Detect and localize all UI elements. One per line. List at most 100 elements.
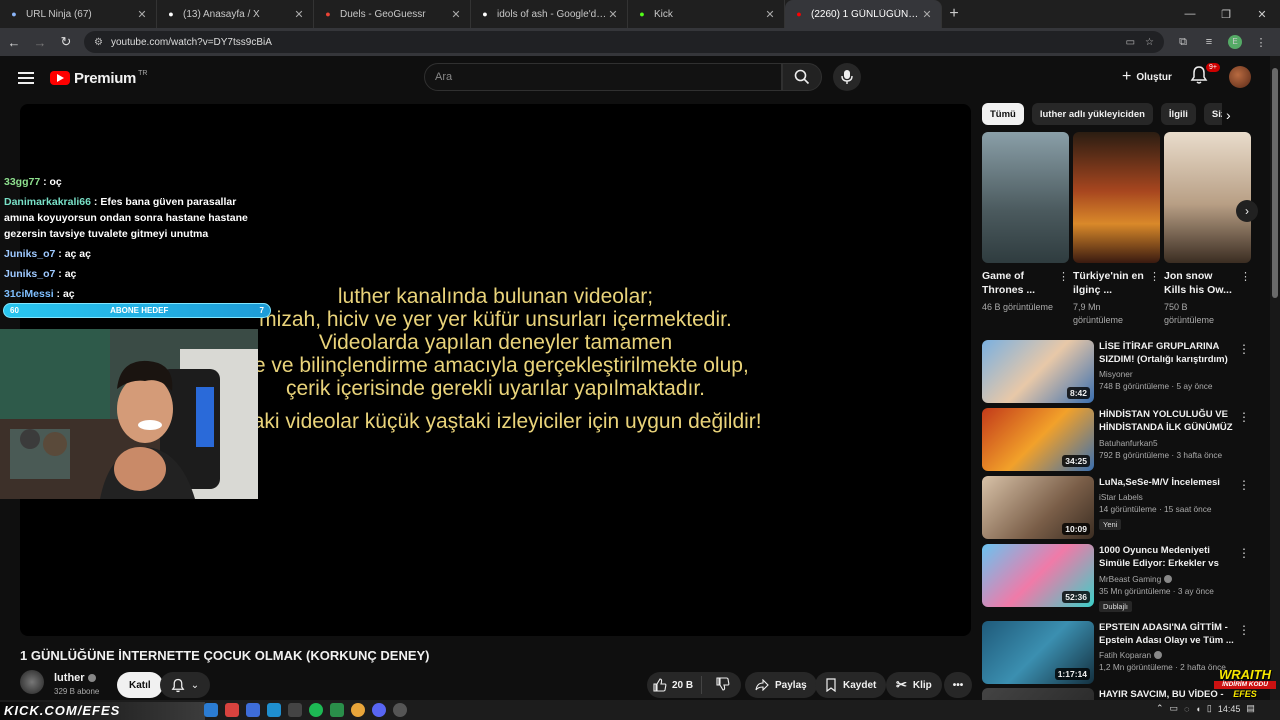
video-title[interactable]: 1000 Oyuncu Medeniyeti Simüle Ediyor: Er… (1099, 544, 1239, 571)
scrollbar-thumb[interactable] (1272, 68, 1278, 298)
tab-close-icon[interactable]: ✕ (136, 8, 148, 21)
notifications-button[interactable]: 9+ (1190, 63, 1220, 89)
notifications-icon[interactable]: ▤ (1246, 703, 1255, 714)
short-thumbnail[interactable] (1073, 132, 1160, 263)
short-thumbnail[interactable] (982, 132, 1069, 263)
short-title[interactable]: Türkiye'nin en ilginç ... (1073, 269, 1145, 299)
video-title[interactable]: LuNa,SeSe-M/V İncelemesi (1099, 476, 1239, 489)
new-tab-button[interactable]: + (942, 0, 966, 28)
browser-tab[interactable]: ● (13) Anasayfa / X ✕ (157, 0, 314, 28)
menu-kebab-icon[interactable]: ⋮ (1248, 36, 1274, 49)
browser-tab[interactable]: ● URL Ninja (67) ✕ (0, 0, 157, 28)
discord-icon[interactable] (372, 703, 386, 717)
more-vertical-icon[interactable]: ⋮ (1149, 270, 1160, 283)
channel-name[interactable]: Batuhanfurkan5 (1099, 438, 1239, 448)
media-icon[interactable]: ≡ (1196, 36, 1222, 48)
spotify-icon[interactable] (309, 703, 323, 717)
short-thumbnail[interactable] (1164, 132, 1251, 263)
search-button[interactable] (782, 63, 822, 91)
minimize-icon[interactable]: — (1172, 0, 1208, 28)
restore-icon[interactable]: ❐ (1208, 0, 1244, 28)
tab-close-icon[interactable]: ✕ (764, 8, 776, 21)
close-window-icon[interactable]: ✕ (1244, 0, 1280, 28)
tab-close-icon[interactable]: ✕ (921, 8, 933, 21)
more-vertical-icon[interactable]: ⋮ (1058, 270, 1069, 283)
voice-search-button[interactable] (833, 63, 861, 91)
more-vertical-icon[interactable]: ⋮ (1238, 410, 1250, 424)
page-scrollbar[interactable] (1270, 56, 1280, 704)
forward-icon[interactable]: → (28, 30, 52, 54)
filter-chip[interactable]: Size ö (1203, 103, 1222, 125)
video-title[interactable]: HİNDİSTAN YOLCULUĞU VE HİNDİSTANDA İLK G… (1099, 408, 1239, 435)
search-input[interactable]: Ara (424, 63, 782, 91)
video-thumbnail[interactable]: 52:36 (982, 544, 1094, 607)
channel-name[interactable]: iStar Labels (1099, 492, 1239, 502)
clock-time[interactable]: 14:45 (1218, 704, 1241, 714)
chevron-right-icon[interactable]: › (1226, 107, 1231, 123)
short-card[interactable]: Türkiye'nin en ilginç ... 7,9 Mn görüntül… (1073, 132, 1160, 327)
dislike-button[interactable] (708, 676, 738, 694)
channel-name[interactable]: MrBeast Gaming (1099, 574, 1239, 584)
channel-name[interactable]: Misyoner (1099, 369, 1239, 379)
create-button[interactable]: + Oluştur (1114, 63, 1180, 91)
battery-icon[interactable]: ▯ (1207, 703, 1212, 714)
more-vertical-icon[interactable]: ⋮ (1238, 546, 1250, 560)
recommended-video[interactable]: 10:09 LuNa,SeSe-M/V İncelemesi iStar Label… (982, 476, 1264, 540)
short-card[interactable]: Game of Thrones ... 46 B görüntüleme ⋮ (982, 132, 1069, 327)
clip-button[interactable]: ✂ Klip (886, 672, 942, 698)
menu-hamburger-icon[interactable] (16, 68, 36, 88)
app-icon[interactable] (393, 703, 407, 717)
short-card[interactable]: Jon snow Kills his Ow... 750 B görüntülem… (1164, 132, 1251, 327)
more-actions-button[interactable]: ••• (944, 672, 972, 698)
short-title[interactable]: Jon snow Kills his Ow... (1164, 269, 1236, 299)
share-button[interactable]: Paylaş (745, 672, 817, 698)
app-icon[interactable] (288, 703, 302, 717)
youtube-logo[interactable]: Premium TR (50, 70, 147, 87)
tab-close-icon[interactable]: ✕ (607, 8, 619, 21)
channel-name[interactable]: luther (54, 672, 96, 684)
video-thumbnail[interactable]: 34:25 (982, 408, 1094, 471)
app-icon[interactable] (225, 703, 239, 717)
more-vertical-icon[interactable]: ⋮ (1238, 342, 1250, 356)
site-info-icon[interactable]: ⚙ (94, 37, 103, 48)
recommended-video[interactable]: 52:36 1000 Oyuncu Medeniyeti Simüle Ediyo… (982, 544, 1264, 612)
more-vertical-icon[interactable]: ⋮ (1240, 270, 1251, 283)
save-button[interactable]: Kaydet (815, 672, 887, 698)
volume-icon[interactable]: ◖ (1195, 704, 1200, 714)
video-thumbnail[interactable]: 1:17:14 (982, 621, 1094, 684)
channel-avatar[interactable] (20, 670, 44, 694)
back-icon[interactable]: ← (2, 30, 26, 54)
filter-chip[interactable]: Tümü (982, 103, 1024, 125)
bookmark-star-icon[interactable]: ☆ (1145, 37, 1154, 48)
url-field[interactable]: ⚙ youtube.com/watch?v=DY7tss9cBiA ▭ ☆ (84, 31, 1164, 53)
channel-name[interactable]: Fatih Koparan (1099, 650, 1239, 660)
tab-close-icon[interactable]: ✕ (293, 8, 305, 21)
like-button[interactable]: 20 B (647, 676, 703, 694)
app-icon[interactable] (330, 703, 344, 717)
video-title[interactable]: EPSTEIN ADASI'NA GİTTİM - Epstein Adası … (1099, 621, 1239, 647)
chevron-up-icon[interactable]: ⌃ (1156, 703, 1164, 714)
profile-button[interactable]: E (1222, 35, 1248, 49)
video-thumbnail[interactable]: 8:42 (982, 340, 1094, 403)
join-button[interactable]: Katıl (117, 672, 163, 698)
recommended-video[interactable]: 34:25 HİNDİSTAN YOLCULUĞU VE HİNDİSTANDA … (982, 408, 1264, 472)
browser-tab[interactable]: ● (2260) 1 GÜNLÜĞÜNE İNTERNETTE✕ (785, 0, 942, 28)
short-title[interactable]: Game of Thrones ... (982, 269, 1054, 299)
video-thumbnail[interactable]: 10:09 (982, 476, 1094, 539)
recommended-video[interactable]: 8:42 LİSE İTİRAF GRUPLARINA SIZDIM! (Orta… (982, 340, 1264, 404)
reload-icon[interactable]: ↻ (54, 30, 78, 54)
app-icon[interactable] (267, 703, 281, 717)
wifi-icon[interactable]: ◌ (1184, 704, 1189, 714)
cast-icon[interactable]: ▭ (1126, 37, 1135, 48)
more-vertical-icon[interactable]: ⋮ (1238, 623, 1250, 637)
filter-chip[interactable]: İlgili (1160, 103, 1196, 125)
shorts-next-button[interactable]: › (1236, 200, 1258, 222)
subscribe-bell-button[interactable]: ⌄ (160, 672, 210, 698)
video-title[interactable]: LİSE İTİRAF GRUPLARINA SIZDIM! (Ortalığı… (1099, 340, 1239, 366)
chrome-icon[interactable] (351, 703, 365, 717)
filter-chip[interactable]: luther adlı yükleyiciden (1031, 103, 1153, 125)
tab-close-icon[interactable]: ✕ (450, 8, 462, 21)
browser-tab[interactable]: ● idols of ash - Google'da Ara✕ (471, 0, 628, 28)
account-avatar[interactable] (1229, 66, 1251, 88)
browser-tab[interactable]: ● Kick ✕ (628, 0, 785, 28)
